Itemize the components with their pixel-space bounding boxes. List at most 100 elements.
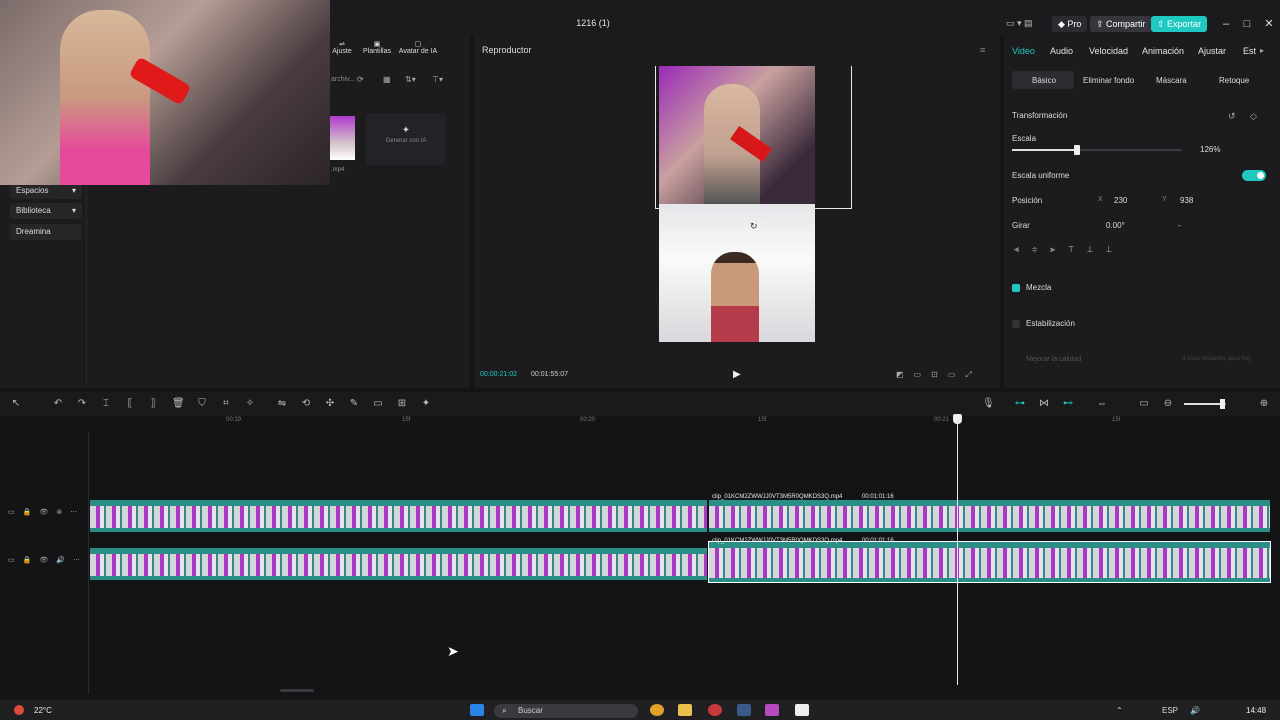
select-tool-icon[interactable]: ↖ [10,398,22,410]
crop-icon[interactable]: ⌗ [220,398,232,410]
tab-more[interactable]: Est [1243,46,1256,56]
chrome-icon[interactable] [650,704,664,716]
magic-icon[interactable]: ✎ [348,398,360,410]
grid-view-icon[interactable]: ▦ [383,75,391,84]
menu-icon[interactable]: ≡ [980,45,985,55]
pro-button[interactable]: ◆ Pro [1052,16,1088,32]
nav-item-spaces[interactable]: Espacios ▾ [10,183,82,199]
subtab-mask[interactable]: Máscara [1156,76,1187,85]
tool-templates[interactable]: ▣ Plantillas [360,40,394,55]
resize-icon[interactable]: ▭ [372,398,384,410]
snap-icon[interactable]: ⋈ [1038,398,1050,410]
reset-icon[interactable]: ↺ [1228,111,1236,122]
tab-speed[interactable]: Velocidad [1089,46,1128,56]
clip-track1-b[interactable] [709,500,1270,532]
tool-adjust[interactable]: ⇌ Ajuste [331,40,353,55]
track-1-controls[interactable]: ▭🔒👁⊛⋯ [8,508,85,516]
filter-icon[interactable]: ⊤▾ [432,75,443,84]
sort-icon[interactable]: ⇅▾ [405,75,416,84]
link-icon[interactable]: ⊶ [1014,398,1026,410]
windows-start-icon[interactable] [470,704,484,716]
temperature: 22°C [34,706,52,715]
rotate-tool-icon[interactable]: ⟲ [300,398,312,410]
zoom-in-icon[interactable]: ⊕ [1258,398,1270,410]
zoom-out-icon[interactable]: ⊖ [1162,398,1174,410]
selection-box[interactable] [655,66,852,209]
undo-icon[interactable]: ↶ [52,398,64,410]
subtab-remove-bg[interactable]: Eliminar fondo [1083,76,1134,85]
layout-icon[interactable]: ▭ ▾ ▤ [1006,18,1046,30]
subtab-retouch[interactable]: Retoque [1219,76,1249,85]
play-icon[interactable]: ▶ [733,369,741,380]
gem-icon: ◆ [1058,19,1068,29]
align-buttons[interactable]: ⫷≑⫸⊤⊥⊥ [1014,244,1208,260]
player-title: Reproductor [482,45,532,55]
pos-x-input[interactable]: 230 [1114,196,1127,205]
split-left-icon[interactable]: ⟦ [124,398,136,410]
transform-icon[interactable]: ⊞ [396,398,408,410]
nav-item-library[interactable]: Biblioteca ▾ [10,203,82,219]
chevron-right-icon[interactable]: ▸ [1260,46,1264,55]
obs-icon[interactable] [708,704,722,716]
nav-item-dreamina[interactable]: Dreamina [10,224,82,240]
keyframe-icon[interactable]: ◇ [1250,111,1257,122]
scale-value[interactable]: 126% [1200,145,1220,154]
marker-icon[interactable]: ⛉ [196,398,208,410]
scale-slider[interactable] [1012,149,1182,151]
file-explorer-icon[interactable] [678,704,692,716]
track-2-controls[interactable]: ▭🔒👁🔊⋯ [8,556,88,564]
export-button[interactable]: ⇧ Exportar [1151,16,1208,32]
tab-audio[interactable]: Audio [1050,46,1073,56]
scale-slider-handle[interactable] [1073,145,1080,155]
preview-axis-icon[interactable]: ⇔ [1096,398,1108,410]
ai-tool-icon[interactable]: ✧ [244,398,256,410]
clip-track2-b-selected[interactable] [708,541,1271,583]
player-controls-icons[interactable]: ◩▭⊡▭⤢ [896,370,982,380]
blend-checkbox[interactable] [1012,284,1020,292]
mirror-icon[interactable]: ⇋ [276,398,288,410]
rotate-dial[interactable]: - [1178,221,1181,230]
minimize-icon[interactable]: – [1219,17,1233,31]
close-icon[interactable]: ✕ [1262,17,1276,31]
playhead[interactable] [957,420,958,685]
tool-ai-avatar[interactable]: ▢ Avatar de IA [397,40,439,55]
playhead-handle[interactable] [953,414,962,424]
share-button[interactable]: ⇪ Compartir [1090,16,1152,32]
rotate-handle-icon[interactable]: ↻ [750,221,758,232]
smart-icon[interactable]: ✦ [420,398,432,410]
chevron-up-icon[interactable]: ⌃ [1116,706,1123,715]
refresh-icon[interactable]: ⟳ [357,75,364,84]
split-icon[interactable]: ⌶ [100,398,112,410]
taskbar-search[interactable]: ⌕ Buscar [494,704,638,718]
mic-icon[interactable]: 🎙 [982,398,995,410]
capcut-icon[interactable] [765,704,779,716]
freeze-icon[interactable]: ✣ [324,398,336,410]
pos-y-input[interactable]: 938 [1180,196,1193,205]
tab-adjust[interactable]: Ajustar [1198,46,1226,56]
chevron-down-icon: ▾ [71,206,76,215]
tab-animation[interactable]: Animación [1142,46,1184,56]
weather-icon[interactable] [14,705,24,715]
chain-icon[interactable]: ⊷ [1062,398,1074,410]
steam-icon[interactable] [737,704,751,716]
zoom-slider-handle[interactable] [1219,399,1225,409]
rotate-input[interactable]: 0.00° [1106,221,1125,230]
media-thumbnail[interactable] [329,116,355,160]
clip-track2-a[interactable] [90,548,707,580]
language[interactable]: ESP [1162,706,1178,715]
uniform-scale-toggle[interactable] [1242,170,1266,181]
generate-ai-card[interactable]: ✦ Generar con IA [366,113,446,165]
delete-icon[interactable]: 🗑 [172,398,185,410]
maximize-icon[interactable]: □ [1240,17,1254,31]
redo-icon[interactable]: ↷ [76,398,88,410]
stabilize-checkbox[interactable] [1012,320,1020,328]
app-icon[interactable] [795,704,809,716]
subtab-basic[interactable]: Básico [1032,76,1056,85]
horizontal-scrollbar[interactable] [280,689,314,692]
split-right-icon[interactable]: ⟧ [147,398,159,410]
volume-icon[interactable]: 🔊 [1190,706,1200,715]
search-input[interactable]: archiv... [331,76,359,83]
tab-video[interactable]: Video [1012,46,1035,56]
clip-track1-a[interactable] [90,500,707,532]
caption-icon[interactable]: ▭ [1138,398,1150,410]
